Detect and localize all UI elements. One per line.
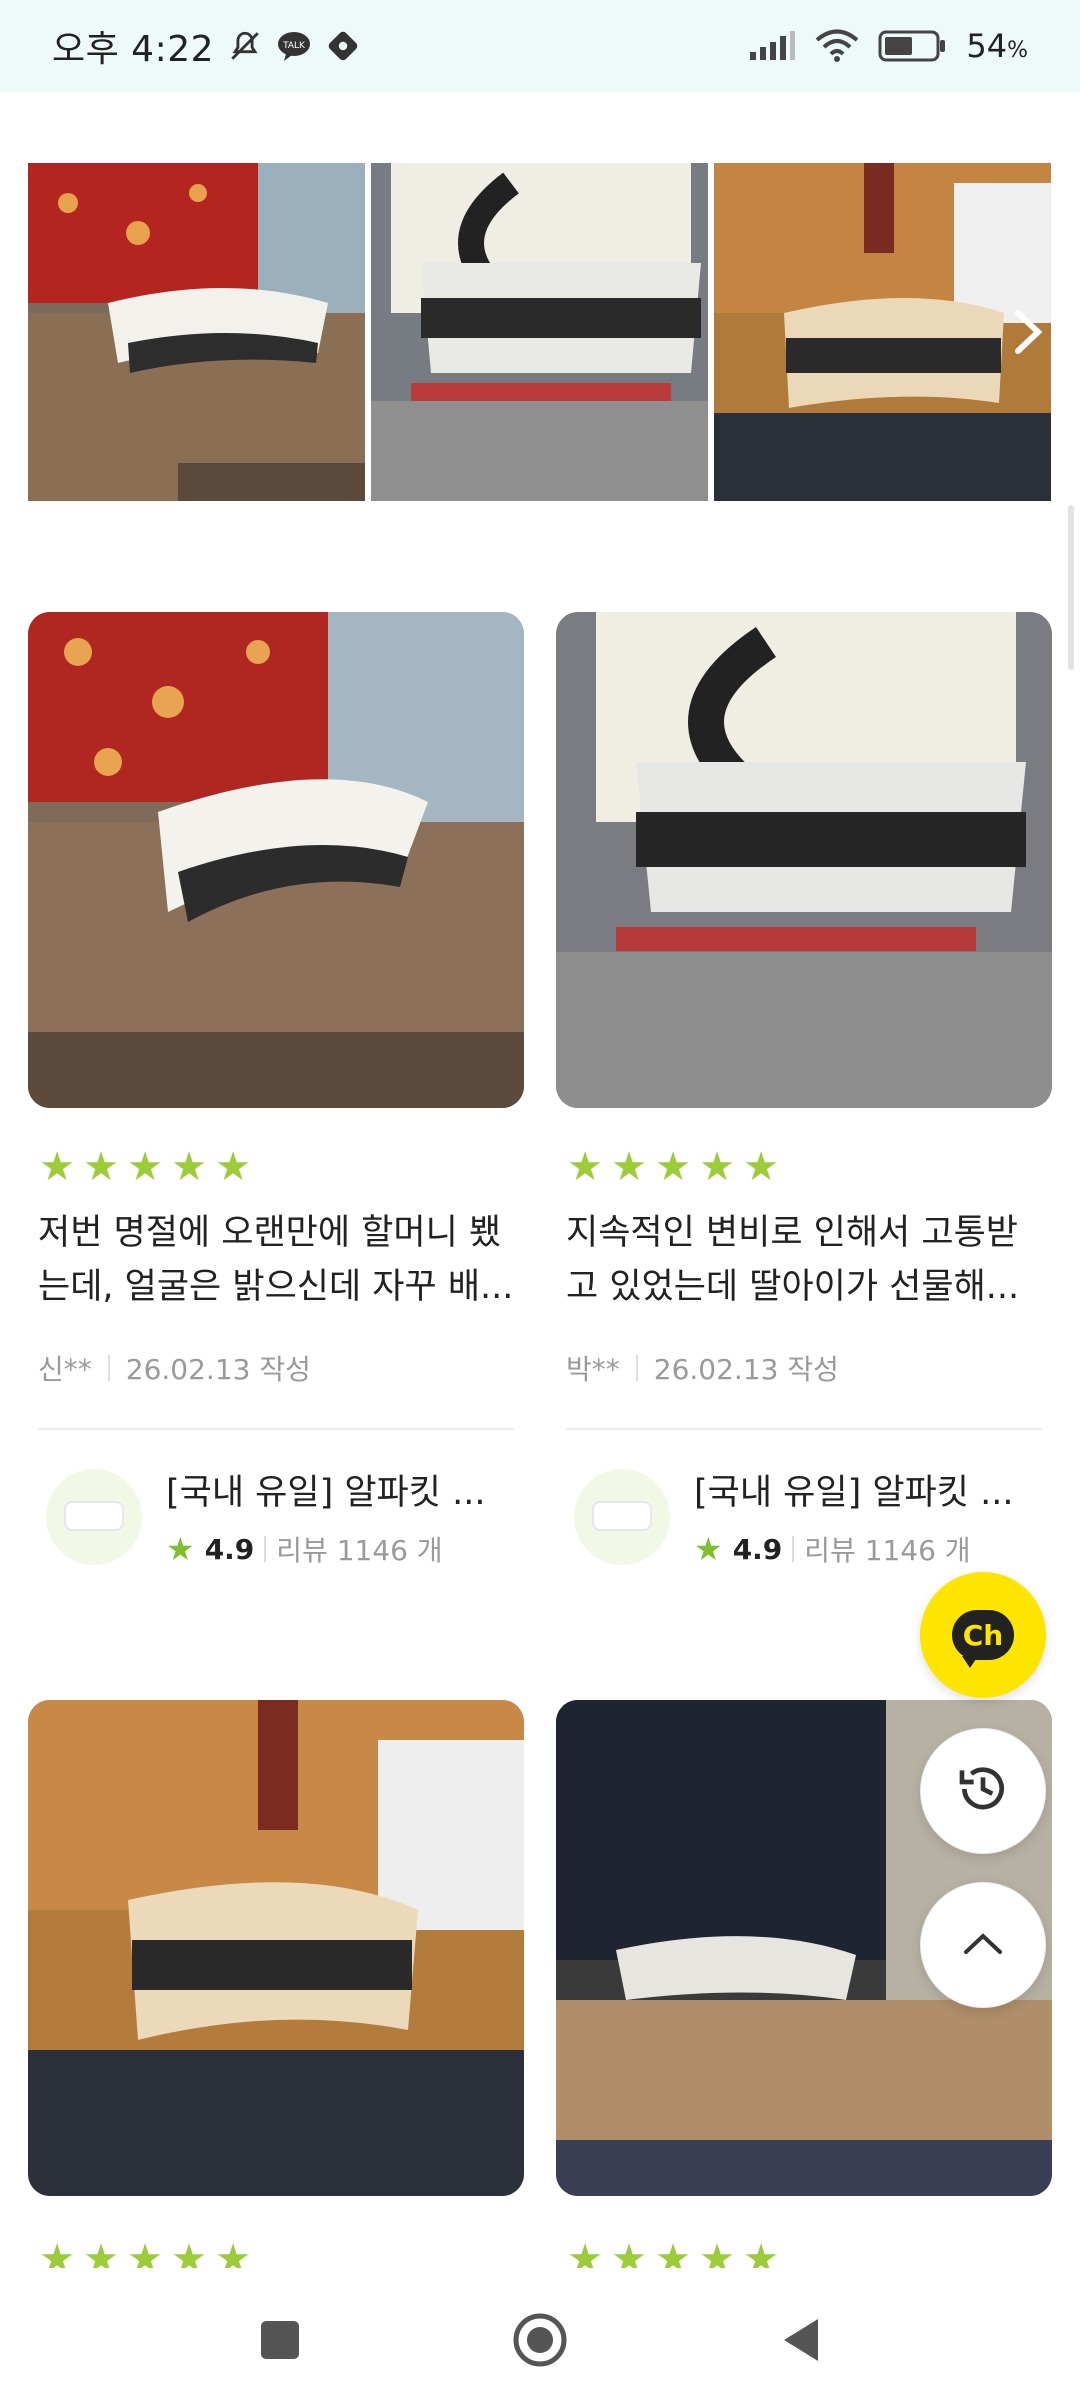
battery-level: 54% <box>966 27 1028 65</box>
star-icon: ★ <box>655 1144 691 1190</box>
star-icon: ★ <box>83 2240 119 2268</box>
star-icon: ★ <box>567 2240 603 2268</box>
star-icon: ★ <box>215 2240 251 2268</box>
review-author: 신** <box>38 1353 92 1386</box>
system-nav-bar <box>0 2280 1080 2400</box>
chevron-right-icon[interactable] <box>1006 310 1050 354</box>
review-date: 26.02.13 작성 <box>653 1353 839 1386</box>
star-rating: ★ ★ ★ ★ ★ <box>28 2240 524 2268</box>
star-rating: ★ ★ ★ ★ ★ <box>566 1144 1052 1190</box>
review-date: 26.02.13 작성 <box>125 1353 311 1386</box>
product-name: [국내 유일] 알파킷 ... <box>166 1473 486 1513</box>
scroll-top-button[interactable] <box>920 1882 1046 2008</box>
star-icon: ★ <box>215 1144 251 1190</box>
star-icon: ★ <box>166 1530 195 1568</box>
star-icon: ★ <box>171 2240 207 2268</box>
review-card[interactable]: ★ ★ ★ ★ ★ 저번 명절에 오랜만에 할머니 뵀는데, 얼굴은 밝으신데 … <box>28 1144 524 1569</box>
status-bar: 오후 4:22 TALK 54% <box>0 0 1080 92</box>
chevron-up-icon <box>960 1928 1006 1962</box>
review-text: 지속적인 변비로 인해서 고통받고 있었는데 딸아이가 선물해... <box>566 1213 1020 1307</box>
strip-photo[interactable] <box>28 163 365 501</box>
divider <box>792 1536 795 1562</box>
wifi-icon <box>814 29 860 63</box>
product-review-count: 리뷰 1146 개 <box>276 1534 443 1567</box>
star-icon: ★ <box>611 2240 647 2268</box>
divider <box>264 1536 267 1562</box>
review-text: 저번 명절에 오랜만에 할머니 뵀는데, 얼굴은 밝으신데 자꾸 배... <box>38 1213 514 1307</box>
star-icon: ★ <box>171 1144 207 1190</box>
divider <box>107 1355 110 1381</box>
battery-icon <box>878 29 948 63</box>
star-icon: ★ <box>39 1144 75 1190</box>
star-rating: ★ ★ ★ ★ ★ <box>38 1144 524 1190</box>
recent-history-button[interactable] <box>920 1728 1046 1854</box>
star-icon: ★ <box>127 2240 163 2268</box>
review-author: 박** <box>566 1353 620 1386</box>
history-icon <box>955 1761 1011 1821</box>
review-photo[interactable] <box>28 1700 524 2196</box>
photo-strip[interactable] <box>28 163 1054 501</box>
star-icon: ★ <box>694 1530 723 1568</box>
product-thumbnail <box>46 1468 142 1565</box>
product-thumbnail <box>574 1468 670 1565</box>
status-time: 오후 4:22 <box>52 29 215 70</box>
home-button[interactable] <box>510 2310 570 2370</box>
review-photo[interactable] <box>556 612 1052 1108</box>
divider <box>566 1428 1042 1430</box>
product-rating: 4.9 <box>204 1532 255 1566</box>
strip-photo[interactable] <box>714 163 1051 501</box>
scrollbar[interactable] <box>1068 505 1074 670</box>
signal-icon <box>748 30 796 62</box>
star-icon: ★ <box>127 1144 163 1190</box>
product-link[interactable]: [국내 유일] 알파킷 ... ★ 4.9 리뷰 1146 개 <box>28 1464 524 1569</box>
star-rating: ★ ★ ★ ★ ★ <box>556 2240 1052 2268</box>
divider <box>635 1355 638 1381</box>
product-review-count: 리뷰 1146 개 <box>804 1534 971 1567</box>
star-icon: ★ <box>567 1144 603 1190</box>
game-icon <box>326 29 360 63</box>
product-rating: 4.9 <box>732 1532 783 1566</box>
mute-icon <box>228 29 262 63</box>
star-icon: ★ <box>611 1144 647 1190</box>
star-icon: ★ <box>655 2240 691 2268</box>
back-button[interactable] <box>770 2310 830 2370</box>
chat-button[interactable]: Ch <box>920 1572 1046 1698</box>
review-card[interactable]: ★ ★ ★ ★ ★ 지속적인 변비로 인해서 고통받고 있었는데 딸아이가 선물… <box>556 1144 1052 1569</box>
svg-text:TALK: TALK <box>282 41 306 51</box>
product-name: [국내 유일] 알파킷 ... <box>694 1473 1014 1513</box>
chat-icon: Ch <box>952 1610 1014 1668</box>
star-icon: ★ <box>743 1144 779 1190</box>
star-icon: ★ <box>83 1144 119 1190</box>
recents-button[interactable] <box>250 2310 310 2370</box>
star-icon: ★ <box>743 2240 779 2268</box>
review-photo[interactable] <box>28 612 524 1108</box>
star-icon: ★ <box>699 2240 735 2268</box>
star-icon: ★ <box>699 1144 735 1190</box>
strip-photo[interactable] <box>371 163 708 501</box>
talk-icon: TALK <box>276 30 312 62</box>
star-icon: ★ <box>39 2240 75 2268</box>
product-link[interactable]: [국내 유일] 알파킷 ... ★ 4.9 리뷰 1146 개 <box>556 1464 1052 1569</box>
divider <box>38 1428 514 1430</box>
